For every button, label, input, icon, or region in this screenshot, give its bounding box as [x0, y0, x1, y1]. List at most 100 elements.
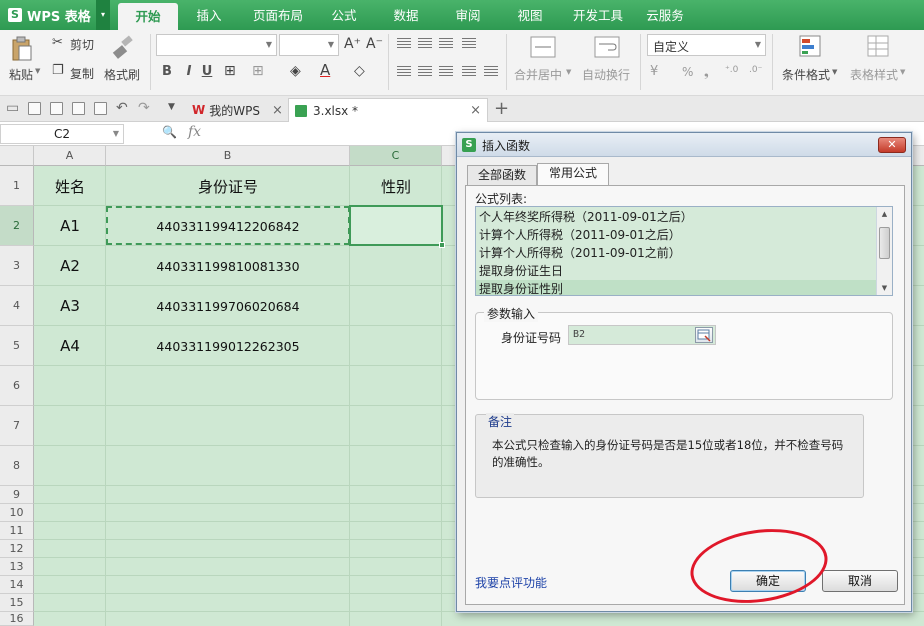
tab-view[interactable]: 视图 [506, 0, 554, 30]
conditional-format-button[interactable]: 条件格式 [782, 66, 830, 83]
cell-b5[interactable]: 440331199012262305 [106, 326, 350, 366]
dialog-close-button[interactable]: ✕ [878, 137, 906, 153]
paste-chevron-icon[interactable]: ▼ [35, 67, 40, 75]
cell-b3[interactable]: 440331199810081330 [106, 246, 350, 286]
formula-list-scrollbar[interactable]: ▲ ▼ [876, 207, 892, 295]
folder-icon[interactable]: ▭ [6, 100, 19, 116]
justify-icon[interactable] [462, 66, 476, 78]
number-format-select[interactable]: 自定义 ▼ [647, 34, 766, 56]
list-item-selected[interactable]: 提取身份证性别 [476, 280, 877, 295]
table-style-button[interactable]: 表格样式 [850, 66, 898, 83]
quick-access-chevron-icon[interactable]: ▼ [168, 102, 175, 112]
list-item[interactable]: 计算个人所得税（2011-09-01之前） [479, 244, 681, 262]
font-color-icon[interactable]: A [320, 61, 330, 79]
column-header-a[interactable]: A [34, 146, 106, 166]
decrease-font-button[interactable]: A⁻ [366, 36, 383, 52]
indent-icon[interactable] [462, 38, 476, 50]
underline-button[interactable]: U [198, 64, 216, 79]
border-icon[interactable]: ⊞ [224, 63, 236, 79]
cancel-button[interactable]: 取消 [822, 570, 898, 592]
merge-center-icon[interactable] [530, 35, 556, 59]
doc-tab-my-wps[interactable]: W 我的WPS × [186, 98, 289, 122]
row-header[interactable]: 14 [0, 576, 34, 594]
row-header[interactable]: 6 [0, 366, 34, 406]
cell-b1[interactable]: 身份证号 [106, 166, 350, 206]
row-header[interactable]: 3 [0, 246, 34, 286]
print-preview-icon[interactable] [94, 102, 107, 115]
tab-formulas[interactable]: 公式 [320, 0, 368, 30]
row-header[interactable]: 9 [0, 486, 34, 504]
row-header[interactable]: 1 [0, 166, 34, 206]
scroll-down-icon[interactable]: ▼ [877, 281, 892, 295]
column-header-b[interactable]: B [106, 146, 350, 166]
undo-icon[interactable]: ↶ [116, 100, 128, 116]
merge-chevron-icon[interactable]: ▼ [566, 68, 571, 76]
cell-c1[interactable]: 性别 [350, 166, 442, 206]
close-icon[interactable]: × [272, 103, 283, 118]
cut-button[interactable]: 剪切 [70, 36, 94, 53]
thousands-separator-button[interactable]: ❟ [704, 65, 709, 80]
scroll-up-icon[interactable]: ▲ [877, 207, 892, 221]
row-header[interactable]: 4 [0, 286, 34, 326]
tab-page-layout[interactable]: 页面布局 [244, 0, 312, 30]
increase-font-button[interactable]: A⁺ [344, 36, 361, 52]
currency-icon[interactable]: ¥ [650, 64, 658, 79]
row-header[interactable]: 13 [0, 558, 34, 576]
tab-home[interactable]: 开始 [118, 3, 178, 30]
save-icon[interactable] [28, 102, 41, 115]
table-style-chevron-icon[interactable]: ▼ [900, 68, 905, 76]
wrap-text-icon[interactable] [594, 35, 620, 59]
bold-button[interactable]: B [158, 64, 176, 79]
list-item[interactable]: 个人年终奖所得税（2011-09-01之后） [479, 208, 693, 226]
row-header[interactable]: 8 [0, 446, 34, 486]
print-icon[interactable] [72, 102, 85, 115]
row-header[interactable]: 11 [0, 522, 34, 540]
tab-review[interactable]: 审阅 [444, 0, 492, 30]
new-tab-button[interactable]: + [494, 98, 509, 119]
tab-data[interactable]: 数据 [382, 0, 430, 30]
tab-common-formulas[interactable]: 常用公式 [537, 163, 609, 186]
row-header[interactable]: 7 [0, 406, 34, 446]
zoom-icon[interactable]: 🔍 [162, 125, 177, 139]
id-number-input[interactable]: B2 [568, 325, 716, 345]
italic-button[interactable]: I [180, 64, 198, 79]
paste-icon[interactable] [10, 36, 32, 62]
export-pdf-icon[interactable] [50, 102, 63, 115]
list-item[interactable]: 提取身份证生日 [479, 262, 563, 280]
redo-icon[interactable]: ↷ [138, 100, 150, 116]
distributed-icon[interactable] [484, 66, 498, 78]
align-center-icon[interactable] [418, 66, 432, 78]
scroll-thumb[interactable] [879, 227, 890, 259]
merge-center-button[interactable]: 合并居中 [514, 66, 562, 83]
cell-b4[interactable]: 440331199706020684 [106, 286, 350, 326]
fill-color-icon[interactable]: ◈ [290, 63, 301, 79]
name-box[interactable]: C2 ▼ [0, 124, 124, 144]
conditional-format-icon[interactable] [798, 34, 824, 60]
format-painter-button[interactable]: 格式刷 [104, 66, 140, 83]
align-top-icon[interactable] [397, 38, 411, 50]
row-header[interactable]: 2 [0, 206, 34, 246]
select-all-corner[interactable] [0, 146, 34, 166]
percent-button[interactable]: % [682, 65, 693, 79]
align-bottom-icon[interactable] [439, 38, 453, 50]
paste-button[interactable]: 粘贴 [9, 66, 33, 83]
copy-button[interactable]: 复制 [70, 65, 94, 82]
copy-icon[interactable]: ❐ [52, 63, 64, 78]
scissors-icon[interactable]: ✂ [52, 35, 63, 50]
dialog-title-bar[interactable]: S 插入函数 ✕ [457, 133, 911, 157]
insert-function-button[interactable]: fx [188, 124, 201, 140]
tab-developer[interactable]: 开发工具 [566, 0, 630, 30]
format-painter-icon[interactable] [110, 34, 136, 60]
font-size-select[interactable]: ▼ [279, 34, 339, 56]
font-name-select[interactable]: ▼ [156, 34, 277, 56]
wrap-text-button[interactable]: 自动换行 [582, 66, 630, 83]
row-header[interactable]: 10 [0, 504, 34, 522]
conditional-format-chevron-icon[interactable]: ▼ [832, 68, 837, 76]
align-right-icon[interactable] [439, 66, 453, 78]
cell-style-icon[interactable]: ⊞ [252, 63, 264, 79]
clear-format-icon[interactable]: ◇ [354, 63, 365, 79]
tab-all-functions[interactable]: 全部函数 [467, 165, 537, 185]
doc-tab-3xlsx[interactable]: 3.xlsx * × [288, 98, 488, 122]
cell-a1[interactable]: 姓名 [34, 166, 106, 206]
align-middle-icon[interactable] [418, 38, 432, 50]
